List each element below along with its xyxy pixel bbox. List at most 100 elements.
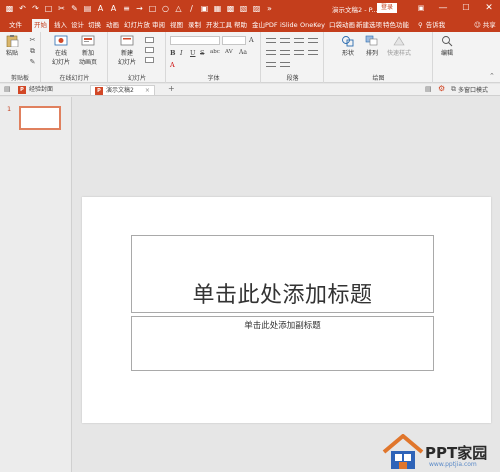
tab-developer[interactable]: 开发工具 — [206, 19, 232, 32]
doc-tab-presentation2[interactable]: P 演示文稿2 × — [90, 85, 155, 95]
tab-help[interactable]: 帮助 — [234, 19, 247, 32]
group-slides: 新建 幻灯片 幻灯片 — [109, 32, 166, 83]
justify-icon[interactable] — [308, 50, 318, 55]
font-name-select[interactable] — [170, 36, 220, 45]
close-tab-icon[interactable]: × — [145, 86, 150, 96]
tell-me-label: 告诉我 — [425, 21, 446, 29]
arrange-button[interactable]: 排列 — [365, 35, 379, 57]
copy-icon[interactable]: ⧉ — [27, 46, 38, 57]
picture-icon[interactable]: ▣ — [199, 3, 210, 14]
doc-tab-cover[interactable]: P 经验封面 — [18, 85, 53, 95]
numbering-icon[interactable] — [280, 38, 290, 43]
tab-new-option[interactable]: 新建选项 — [356, 19, 382, 32]
tab-features[interactable]: 特色功能 — [383, 19, 409, 32]
increase-indent-icon[interactable] — [308, 38, 318, 43]
text-box-icon[interactable]: ▤ — [82, 3, 93, 14]
arrow-right-icon[interactable]: → — [134, 3, 145, 14]
strikethrough-button[interactable]: S — [200, 49, 204, 57]
undo-icon[interactable]: ↶ — [17, 3, 28, 14]
char-spacing-button[interactable]: AV — [225, 49, 233, 55]
font-size-select[interactable] — [222, 36, 246, 45]
tab-onekey[interactable]: OneKey — [300, 19, 325, 32]
font-size-up-icon[interactable]: A — [108, 3, 119, 14]
tab-design[interactable]: 设计 — [71, 19, 84, 32]
group-icon[interactable]: ▩ — [225, 3, 236, 14]
align-center-icon[interactable] — [280, 50, 290, 55]
align-text-icon[interactable] — [280, 62, 290, 67]
tab-kingsoft-pdf[interactable]: 金山PDF — [252, 19, 278, 32]
file-browser-icon[interactable]: ▤ — [4, 85, 11, 93]
slide-thumbnail[interactable] — [19, 106, 61, 130]
pin-icon[interactable]: ▤ — [425, 85, 432, 93]
quick-styles-button[interactable]: 快速样式 — [387, 35, 411, 57]
tab-slideshow[interactable]: 幻灯片放 — [124, 19, 150, 32]
online-slides-label-2: 幻灯片 — [52, 59, 71, 66]
new-animation-page-button[interactable]: 新加 动画页 — [79, 35, 97, 66]
tab-home[interactable]: 开始 — [32, 19, 49, 32]
tab-file[interactable]: 文件 — [9, 19, 22, 32]
tab-record[interactable]: 录制 — [188, 19, 201, 32]
align-left-icon[interactable] — [266, 50, 276, 55]
shadow-button[interactable]: abc — [210, 49, 220, 55]
tab-view[interactable]: 视图 — [170, 19, 183, 32]
tab-islide[interactable]: iSlide — [280, 19, 298, 32]
new-tab-icon[interactable]: + — [168, 84, 175, 93]
cut-icon[interactable]: ✂ — [56, 3, 67, 14]
tell-me-search[interactable]: ⚲ 告诉我 — [418, 19, 445, 32]
tab-insert[interactable]: 插入 — [54, 19, 67, 32]
shapes-button[interactable]: 形状 — [341, 35, 355, 57]
section-icon[interactable] — [145, 57, 154, 63]
bring-front-icon[interactable]: ▧ — [238, 3, 249, 14]
title-placeholder[interactable]: 单击此处添加标题 — [131, 235, 434, 313]
save-icon[interactable]: ▩ — [4, 3, 15, 14]
editing-button[interactable]: 编辑 — [440, 35, 454, 57]
italic-button[interactable]: I — [180, 49, 183, 57]
more-commands-icon[interactable]: » — [264, 3, 275, 14]
align-icon[interactable]: ≡ — [121, 3, 132, 14]
reset-icon[interactable] — [145, 47, 154, 53]
line-icon[interactable]: ∕ — [186, 3, 197, 14]
minimize-button[interactable]: — — [436, 2, 450, 14]
paste-button[interactable]: 粘贴 — [5, 35, 19, 57]
slide-canvas[interactable]: 单击此处添加标题 单击此处添加副标题 — [82, 197, 491, 423]
animation-page-icon — [81, 35, 95, 46]
shape-rectangle-icon[interactable]: □ — [147, 3, 158, 14]
tab-animations[interactable]: 动画 — [106, 19, 119, 32]
new-slide-button[interactable]: 新建 幻灯片 — [118, 35, 136, 66]
redo-icon[interactable]: ↷ — [30, 3, 41, 14]
start-slideshow-icon[interactable]: □ — [43, 3, 54, 14]
close-button[interactable]: ✕ — [482, 2, 496, 14]
align-right-icon[interactable] — [294, 50, 304, 55]
shape-oval-icon[interactable]: ○ — [160, 3, 171, 14]
share-button[interactable]: ☺ 共享 — [474, 19, 496, 32]
maximize-button[interactable]: ☐ — [459, 2, 473, 14]
format-painter-icon[interactable]: ✎ — [27, 57, 38, 68]
multi-window-toggle[interactable]: ⧉ 多窗口模式 — [451, 85, 488, 94]
tab-pocket-animation[interactable]: 口袋动画 — [329, 19, 355, 32]
cut-icon[interactable]: ✂ — [27, 35, 38, 46]
settings-gear-icon[interactable]: ⚙ — [438, 84, 445, 93]
font-size-icon[interactable]: A — [95, 3, 106, 14]
subtitle-placeholder[interactable]: 单击此处添加副标题 — [131, 316, 434, 371]
bold-button[interactable]: B — [170, 49, 176, 57]
collapse-ribbon-icon[interactable]: ⌃ — [489, 72, 495, 80]
shape-triangle-icon[interactable]: △ — [173, 3, 184, 14]
text-direction-icon[interactable] — [266, 62, 276, 67]
change-case-button[interactable]: Aa — [239, 49, 247, 56]
table-icon[interactable]: ▦ — [212, 3, 223, 14]
bullets-icon[interactable] — [266, 38, 276, 43]
watermark-url: www.pptjia.com — [429, 461, 477, 468]
font-color-button[interactable]: A — [170, 61, 175, 69]
online-slides-button[interactable]: 在线 幻灯片 — [52, 35, 70, 66]
tab-review[interactable]: 审阅 — [152, 19, 165, 32]
login-button[interactable]: 登录 — [377, 3, 397, 13]
font-size-increase-icon[interactable]: A — [249, 36, 254, 44]
ribbon-display-options-icon[interactable]: ▣ — [414, 2, 428, 14]
format-painter-icon[interactable]: ✎ — [69, 3, 80, 14]
send-back-icon[interactable]: ▨ — [251, 3, 262, 14]
underline-button[interactable]: U — [190, 49, 195, 57]
layout-icon[interactable] — [145, 37, 154, 43]
doc-tab-label: 经验封面 — [29, 86, 54, 93]
decrease-indent-icon[interactable] — [294, 38, 304, 43]
tab-transitions[interactable]: 切换 — [88, 19, 101, 32]
